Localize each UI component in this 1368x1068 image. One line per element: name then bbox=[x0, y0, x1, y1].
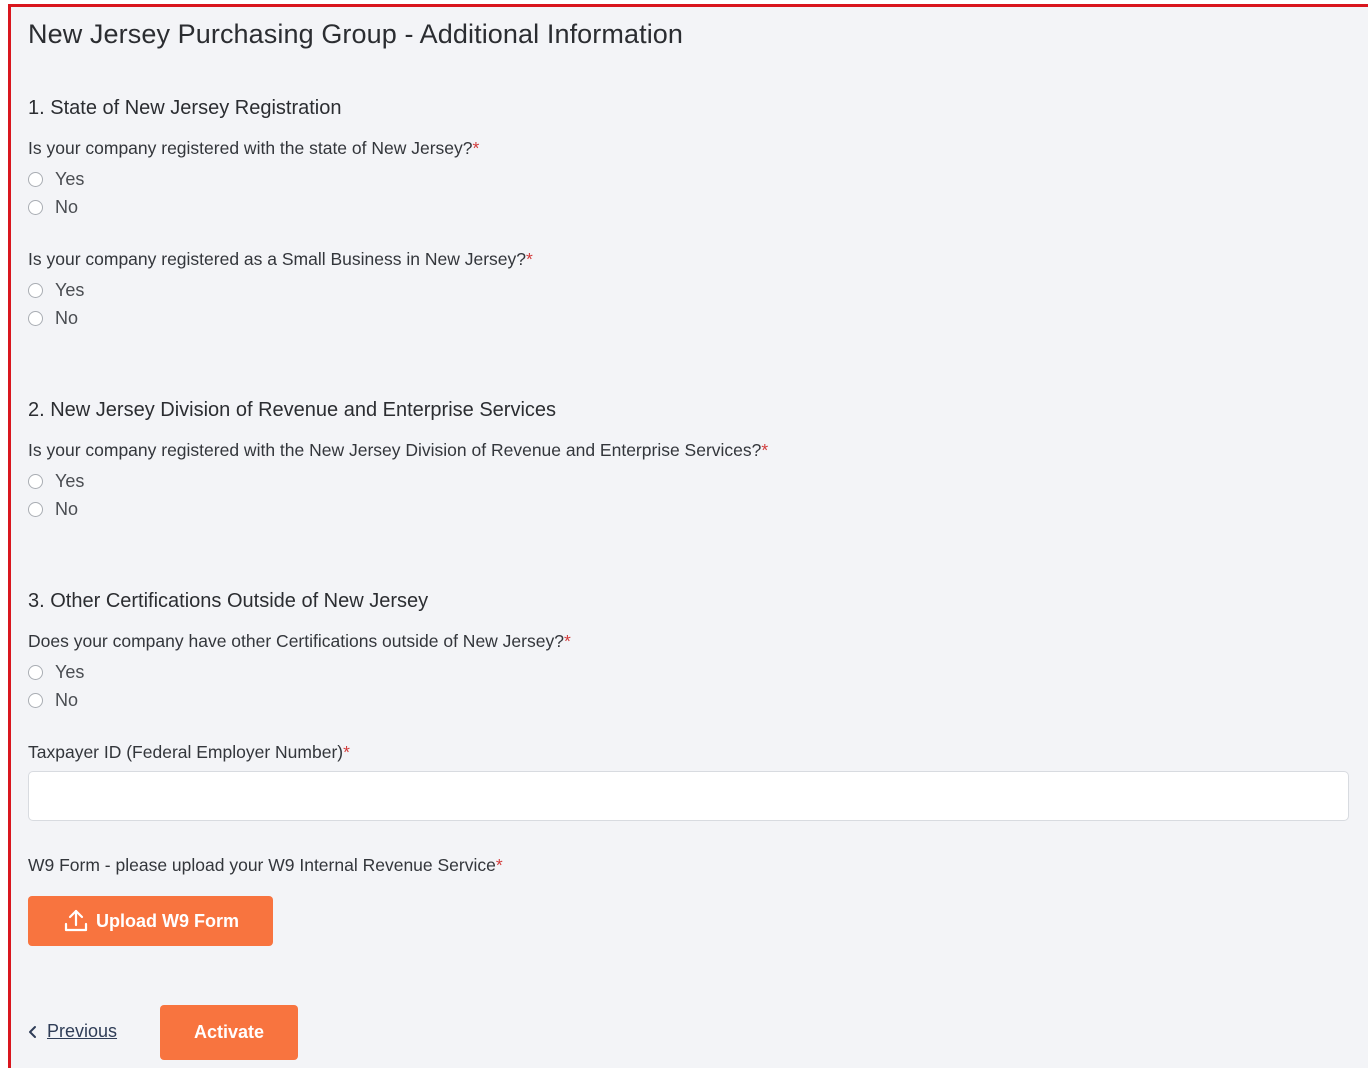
question-text: Is your company registered with the stat… bbox=[28, 138, 473, 158]
radio-other-certifications-no[interactable]: No bbox=[28, 689, 78, 711]
radio-circle[interactable] bbox=[28, 501, 43, 517]
section-title-division-revenue: 2. New Jersey Division of Revenue and En… bbox=[28, 399, 557, 421]
radio-label: Yes bbox=[55, 168, 85, 189]
radio-small-business-yes[interactable]: Yes bbox=[28, 279, 84, 301]
upload-icon bbox=[64, 909, 88, 932]
required-marker: * bbox=[526, 249, 533, 269]
chevron-left-icon bbox=[28, 1025, 37, 1039]
radio-division-revenue-yes[interactable]: Yes bbox=[28, 470, 84, 492]
radio-label: No bbox=[55, 196, 79, 217]
radio-circle[interactable] bbox=[28, 664, 43, 680]
radio-division-revenue-no[interactable]: No bbox=[28, 498, 78, 520]
taxpayer-id-input[interactable] bbox=[28, 771, 1349, 821]
radio-label: No bbox=[55, 689, 79, 710]
radio-other-certifications-yes[interactable]: Yes bbox=[28, 661, 84, 683]
radio-label: No bbox=[55, 307, 79, 328]
question-text: Is your company registered with the New … bbox=[28, 440, 762, 460]
radio-label: Yes bbox=[55, 279, 85, 300]
question-nj-small-business: Is your company registered as a Small Bu… bbox=[28, 249, 533, 270]
radio-circle[interactable] bbox=[28, 199, 43, 215]
required-marker: * bbox=[495, 855, 503, 875]
page-title: New Jersey Purchasing Group - Additional… bbox=[28, 19, 684, 49]
radio-nj-registered-yes[interactable]: Yes bbox=[28, 168, 84, 190]
radio-label: Yes bbox=[55, 470, 85, 491]
previous-link[interactable]: Previous bbox=[28, 1021, 117, 1042]
w9-form-label: W9 Form - please upload your W9 Internal… bbox=[28, 855, 503, 876]
required-marker: * bbox=[761, 440, 769, 460]
question-other-certifications: Does your company have other Certificati… bbox=[28, 631, 571, 652]
radio-label: Yes bbox=[55, 661, 85, 682]
question-nj-registered: Is your company registered with the stat… bbox=[28, 138, 479, 159]
radio-circle[interactable] bbox=[28, 282, 43, 298]
radio-circle[interactable] bbox=[28, 473, 43, 489]
radio-small-business-no[interactable]: No bbox=[28, 307, 78, 329]
radio-circle[interactable] bbox=[28, 692, 43, 708]
activate-button[interactable]: Activate bbox=[160, 1005, 298, 1060]
section-title-nj-registration: 1. State of New Jersey Registration bbox=[28, 97, 342, 119]
form-frame: New Jersey Purchasing Group - Additional… bbox=[8, 4, 1368, 1068]
radio-nj-registered-no[interactable]: No bbox=[28, 196, 78, 218]
question-text: Does your company have other Certificati… bbox=[28, 631, 564, 651]
question-division-revenue-registered: Is your company registered with the New … bbox=[28, 440, 768, 461]
section-title-other-certifications: 3. Other Certifications Outside of New J… bbox=[28, 590, 429, 612]
required-marker: * bbox=[563, 631, 571, 651]
field-label-text: Taxpayer ID (Federal Employer Number) bbox=[28, 742, 344, 762]
upload-w9-button-label: Upload W9 Form bbox=[96, 910, 239, 931]
required-marker: * bbox=[472, 138, 480, 158]
taxpayer-id-label: Taxpayer ID (Federal Employer Number)* bbox=[28, 742, 350, 763]
radio-label: No bbox=[55, 498, 79, 519]
radio-circle[interactable] bbox=[28, 171, 43, 187]
question-text: Is your company registered as a Small Bu… bbox=[28, 249, 526, 269]
field-label-text: W9 Form - please upload your W9 Internal… bbox=[28, 855, 496, 875]
radio-circle[interactable] bbox=[28, 310, 43, 326]
previous-link-label: Previous bbox=[47, 1021, 118, 1041]
upload-w9-button[interactable]: Upload W9 Form bbox=[28, 896, 273, 946]
required-marker: * bbox=[343, 742, 350, 762]
